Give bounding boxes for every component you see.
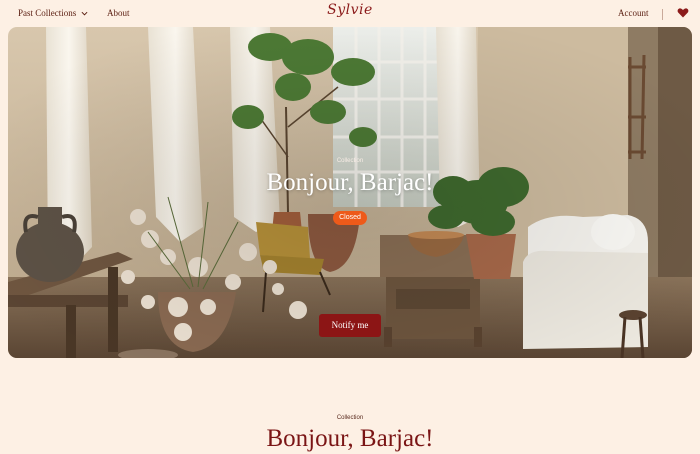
status-badge: Closed bbox=[333, 211, 367, 225]
heart-icon[interactable] bbox=[677, 7, 689, 19]
hero-title: Bonjour, Barjac! bbox=[266, 169, 434, 196]
nav-divider bbox=[662, 9, 663, 20]
past-collections-menu[interactable]: Past Collections bbox=[18, 8, 88, 18]
section-eyebrow: Collection bbox=[336, 415, 364, 421]
account-link[interactable]: Account bbox=[618, 8, 649, 18]
section-title: Bonjour, Barjac! bbox=[266, 425, 434, 452]
top-navigation: Past Collections About Sylvie Account bbox=[0, 0, 700, 27]
notify-me-button[interactable]: Notify me bbox=[319, 314, 381, 337]
hero-banner: Collection Bonjour, Barjac! Closed Notif… bbox=[8, 27, 692, 358]
brand-logo[interactable]: Sylvie bbox=[320, 2, 380, 18]
about-link[interactable]: About bbox=[107, 8, 130, 18]
chevron-down-icon bbox=[81, 11, 88, 15]
hero-eyebrow: Collection bbox=[336, 158, 364, 164]
past-collections-label: Past Collections bbox=[18, 8, 77, 18]
